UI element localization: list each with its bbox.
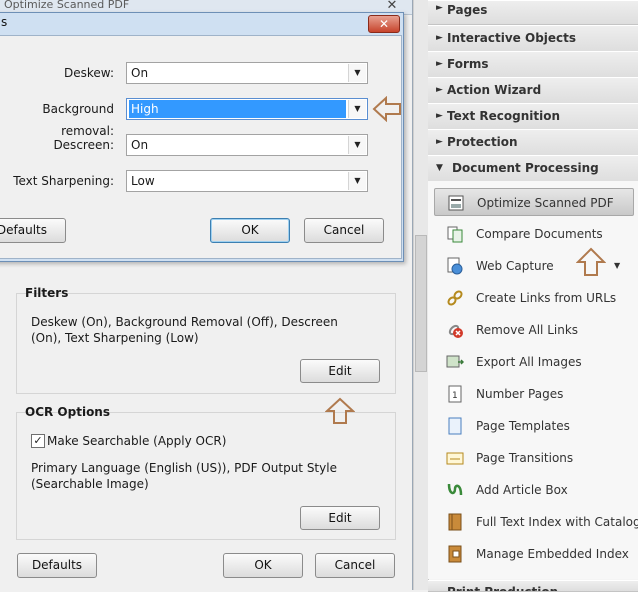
tool-label: Web Capture bbox=[476, 259, 554, 273]
chevron-down-icon[interactable]: ▼ bbox=[348, 100, 366, 118]
tool-label: Page Transitions bbox=[476, 451, 574, 465]
up-arrow-annotation bbox=[325, 397, 355, 424]
tool-label: Number Pages bbox=[476, 387, 564, 401]
section-label: Forms bbox=[447, 57, 489, 71]
tool-create-links[interactable]: Create Links from URLs bbox=[434, 284, 634, 312]
background-removal-select[interactable]: High ▼ bbox=[126, 98, 368, 120]
tool-page-templates[interactable]: Page Templates bbox=[434, 412, 634, 440]
ok-button[interactable]: OK bbox=[223, 553, 303, 578]
ocr-edit-button[interactable]: Edit bbox=[300, 506, 380, 530]
tool-label: Full Text Index with Catalog bbox=[476, 515, 638, 529]
descreen-select[interactable]: On ▼ bbox=[126, 134, 368, 156]
cancel-button[interactable]: Cancel bbox=[315, 553, 395, 578]
section-text-recognition[interactable]: ► Text Recognition bbox=[428, 103, 638, 130]
section-document-processing[interactable]: ▼ Document Processing bbox=[428, 155, 638, 182]
tool-label: Create Links from URLs bbox=[476, 291, 617, 305]
text-sharpening-value: Low bbox=[131, 174, 155, 188]
globe-icon bbox=[447, 257, 463, 275]
make-searchable-checkbox[interactable]: ✓ bbox=[31, 434, 45, 448]
section-label: Protection bbox=[447, 135, 518, 149]
dialog-ok-button[interactable]: OK bbox=[210, 218, 290, 243]
scrollbar-thumb[interactable] bbox=[415, 235, 427, 372]
make-searchable-label[interactable]: Make Searchable (Apply OCR) bbox=[47, 433, 226, 449]
tool-label: Compare Documents bbox=[476, 227, 603, 241]
dialog-close-button[interactable]: ✕ bbox=[368, 15, 400, 33]
section-protection[interactable]: ► Protection bbox=[428, 129, 638, 156]
tool-label: Page Templates bbox=[476, 419, 570, 433]
tool-label: Remove All Links bbox=[476, 323, 579, 337]
scanner-icon bbox=[448, 195, 464, 211]
section-action-wizard[interactable]: ► Action Wizard bbox=[428, 77, 638, 104]
number-pages-icon: 1 bbox=[448, 385, 462, 403]
section-interactive-objects[interactable]: ► Interactive Objects bbox=[428, 25, 638, 52]
section-pages[interactable]: ► Pages bbox=[428, 0, 638, 25]
tool-page-transitions[interactable]: Page Transitions bbox=[434, 444, 634, 472]
deskew-label: Deskew: bbox=[64, 66, 114, 80]
catalog-icon bbox=[448, 513, 462, 531]
tool-number-pages[interactable]: 1 Number Pages bbox=[434, 380, 634, 408]
tool-manage-embedded-index[interactable]: Manage Embedded Index bbox=[434, 540, 634, 568]
up-arrow-annotation bbox=[576, 247, 606, 276]
dropdown-arrow-icon[interactable]: ▼ bbox=[614, 252, 620, 280]
page-template-icon bbox=[448, 417, 462, 435]
defaults-button[interactable]: Defaults bbox=[17, 553, 97, 578]
chevron-right-icon: ► bbox=[436, 111, 443, 121]
chevron-right-icon: ► bbox=[436, 59, 443, 69]
section-label: Print Production bbox=[447, 585, 559, 592]
remove-link-icon bbox=[448, 324, 463, 338]
background-removal-value: High bbox=[129, 100, 346, 118]
tool-compare-documents[interactable]: Compare Documents bbox=[434, 220, 634, 248]
chevron-down-icon[interactable]: ▼ bbox=[348, 64, 366, 82]
svg-text:1: 1 bbox=[452, 391, 458, 401]
page-transition-icon bbox=[446, 452, 464, 465]
chevron-down-icon[interactable]: ▼ bbox=[348, 136, 366, 154]
embedded-index-icon bbox=[448, 545, 462, 563]
tool-add-article-box[interactable]: Add Article Box bbox=[434, 476, 634, 504]
left-arrow-annotation bbox=[372, 96, 401, 122]
section-label: Text Recognition bbox=[447, 109, 561, 123]
chevron-right-icon: ► bbox=[436, 85, 443, 95]
section-label: Action Wizard bbox=[447, 83, 542, 97]
descreen-label: Descreen: bbox=[53, 138, 114, 152]
compare-icon bbox=[447, 226, 463, 243]
deskew-value: On bbox=[131, 66, 149, 80]
text-sharpening-select[interactable]: Low ▼ bbox=[126, 170, 368, 192]
filters-summary: Deskew (On), Background Removal (Off), D… bbox=[31, 315, 338, 345]
section-label: Interactive Objects bbox=[447, 31, 577, 45]
filters-label: Filters bbox=[25, 286, 69, 300]
section-label: Pages bbox=[447, 3, 488, 17]
chevron-right-icon: ► bbox=[436, 137, 443, 147]
tool-label: Export All Images bbox=[476, 355, 582, 369]
dialog-title: s bbox=[1, 15, 8, 29]
tool-label: Manage Embedded Index bbox=[476, 547, 629, 561]
tool-label: Add Article Box bbox=[476, 483, 568, 497]
dialog-cancel-button[interactable]: Cancel bbox=[304, 218, 384, 243]
tool-remove-all-links[interactable]: Remove All Links bbox=[434, 316, 634, 344]
text-sharpening-label: Text Sharpening: bbox=[13, 174, 114, 188]
ocr-options-label: OCR Options bbox=[25, 405, 110, 419]
descreen-value: On bbox=[131, 138, 149, 152]
article-box-icon bbox=[447, 483, 463, 496]
tool-optimize-scanned-pdf[interactable]: Optimize Scanned PDF bbox=[434, 188, 634, 216]
chevron-right-icon: ► bbox=[436, 33, 443, 43]
image-export-icon bbox=[446, 355, 464, 368]
deskew-select[interactable]: On ▼ bbox=[126, 62, 368, 84]
chevron-down-icon[interactable]: ▼ bbox=[348, 172, 366, 190]
section-print-production[interactable]: Print Production bbox=[428, 580, 638, 592]
chevron-right-icon: ► bbox=[436, 3, 443, 13]
tool-full-text-index[interactable]: Full Text Index with Catalog bbox=[434, 508, 638, 536]
window-title: Optimize Scanned PDF bbox=[4, 0, 130, 11]
section-forms[interactable]: ► Forms bbox=[428, 51, 638, 78]
section-label: Document Processing bbox=[452, 161, 599, 175]
chevron-down-icon: ▼ bbox=[436, 163, 443, 173]
filters-edit-button[interactable]: Edit bbox=[300, 359, 380, 383]
dialog-defaults-button[interactable]: Defaults bbox=[0, 218, 66, 243]
tool-export-all-images[interactable]: Export All Images bbox=[434, 348, 634, 376]
link-icon bbox=[447, 290, 463, 306]
ocr-summary: Primary Language (English (US)), PDF Out… bbox=[31, 461, 337, 491]
tool-label: Optimize Scanned PDF bbox=[477, 196, 614, 210]
